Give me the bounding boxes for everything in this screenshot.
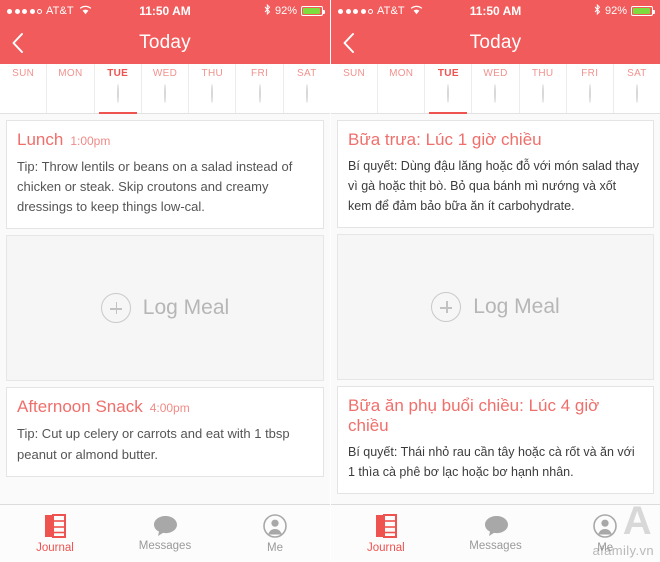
meal-card-lunch[interactable]: Lunch 1:00pm Tip: Throw lentils or beans… [6, 120, 324, 230]
nav-bar: Today [0, 22, 330, 64]
meal-title: Bữa ăn phụ buổi chiều: Lúc 4 giờ chiều [348, 396, 600, 435]
day-item-mon[interactable]: MON [378, 64, 426, 113]
plus-icon [431, 292, 462, 322]
empty-circle-icon [163, 84, 166, 103]
day-label: MON [58, 68, 83, 79]
meal-card-afternoon-snack[interactable]: Afternoon Snack 4:00pm Tip: Cut up celer… [6, 387, 324, 477]
day-item-wed[interactable]: WED [472, 64, 520, 113]
empty-circle-icon [447, 84, 450, 103]
tab-label: Journal [366, 541, 405, 554]
journal-content: Bữa trưa: Lúc 1 giờ chiều Bí quyết: Dùng… [331, 114, 660, 504]
meal-card-afternoon-snack[interactable]: Bữa ăn phụ buổi chiều: Lúc 4 giờ chiều B… [337, 386, 654, 494]
log-meal-button[interactable]: Log Meal [337, 234, 654, 380]
tab-label: Journal [36, 541, 74, 554]
tab-me[interactable]: Me [220, 505, 330, 562]
log-meal-button[interactable]: Log Meal [6, 235, 324, 382]
day-label: WED [152, 68, 178, 79]
journal-content: Lunch 1:00pm Tip: Throw lentils or beans… [0, 114, 330, 504]
empty-circle-icon [305, 84, 308, 103]
day-item-sun[interactable]: SUN [331, 64, 379, 113]
tab-bar: Journal Messages Me [0, 504, 330, 562]
day-item-fri[interactable]: FRI [567, 64, 614, 113]
card-header: Lunch 1:00pm [7, 121, 323, 157]
tab-label: Messages [138, 540, 192, 552]
day-item-sat[interactable]: SAT [614, 64, 660, 113]
day-item-thu[interactable]: THU [189, 64, 237, 113]
day-strip: SUN MON TUE WED THU FRI SAT [0, 64, 330, 114]
tab-label: Me [597, 541, 614, 554]
meal-tip-text: Tip: Cut up celery or carrots and eat wi… [17, 426, 290, 462]
status-bar: AT&T 11:50 AM 92% [331, 0, 660, 22]
message-bubble-icon [153, 515, 177, 536]
empty-circle-icon [494, 84, 497, 103]
clock-label: 11:50 AM [139, 4, 191, 18]
empty-circle-icon [211, 84, 214, 103]
day-item-sun[interactable]: SUN [0, 64, 48, 113]
card-header: Bữa trưa: Lúc 1 giờ chiều [338, 121, 653, 154]
meal-card-lunch[interactable]: Bữa trưa: Lúc 1 giờ chiều Bí quyết: Dùng… [337, 120, 654, 228]
tab-bar: Journal Messages Me [331, 504, 660, 562]
message-bubble-icon [484, 515, 508, 536]
day-label: TUE [437, 68, 459, 79]
empty-circle-icon [116, 84, 119, 103]
day-label: THU [531, 68, 554, 79]
day-label: FRI [251, 68, 269, 79]
day-label: WED [483, 68, 508, 79]
page-title: Today [469, 32, 522, 53]
day-item-thu[interactable]: THU [520, 64, 567, 113]
meal-tip-text: Bí quyết: Dùng đậu lăng hoặc đỗ với món … [348, 159, 640, 213]
day-label: SUN [12, 68, 35, 79]
log-meal-label: Log Meal [142, 296, 230, 320]
meal-time: 4:00pm [149, 401, 190, 416]
screenshot-root: AT&T 11:50 AM 92% Today SUN MON TUE WED … [0, 0, 660, 562]
journal-icon [375, 513, 397, 538]
battery-icon [301, 6, 325, 16]
meal-title: Lunch [17, 130, 64, 149]
phone-screen-english: AT&T 11:50 AM 92% Today SUN MON TUE WED … [0, 0, 330, 562]
day-label: FRI [581, 68, 599, 79]
person-icon [593, 513, 617, 538]
day-label: TUE [107, 68, 129, 79]
day-item-tue[interactable]: TUE [95, 64, 142, 114]
meal-title: Afternoon Snack [17, 397, 143, 417]
journal-icon [44, 513, 66, 538]
day-item-tue[interactable]: TUE [425, 64, 473, 114]
empty-circle-icon [635, 84, 638, 103]
day-item-wed[interactable]: WED [142, 64, 190, 113]
meal-time: 1:00pm [70, 134, 111, 148]
tab-journal[interactable]: Journal [0, 505, 110, 562]
meal-title: Bữa trưa: Lúc 1 giờ chiều [348, 130, 542, 149]
phone-screen-vietnamese: AT&T 11:50 AM 92% Today SUN MON TUE WED … [330, 0, 660, 562]
tab-label: Messages [469, 540, 522, 552]
person-icon [263, 513, 287, 538]
nav-bar: Today [331, 22, 660, 64]
card-header: Afternoon Snack 4:00pm [7, 388, 323, 424]
tab-messages[interactable]: Messages [441, 505, 551, 562]
day-label: SAT [297, 68, 317, 79]
page-title: Today [139, 32, 191, 53]
day-label: THU [201, 68, 223, 79]
tab-messages[interactable]: Messages [110, 505, 220, 562]
empty-circle-icon [541, 84, 544, 103]
log-meal-label: Log Meal [473, 295, 560, 318]
battery-icon [631, 6, 655, 16]
plus-icon [100, 293, 131, 324]
day-strip: SUN MON TUE WED THU FRI SAT [331, 64, 660, 114]
day-item-fri[interactable]: FRI [236, 64, 284, 113]
meal-tip-text: Tip: Throw lentils or beans on a salad i… [17, 159, 293, 215]
tab-label: Me [267, 541, 283, 554]
day-label: MON [389, 68, 414, 79]
day-label: SUN [343, 68, 366, 79]
day-label: SAT [627, 68, 647, 79]
card-header: Bữa ăn phụ buổi chiều: Lúc 4 giờ chiều [338, 387, 653, 440]
meal-tip-text: Bí quyết: Thái nhỏ rau cần tây hoặc cà r… [348, 445, 635, 479]
empty-circle-icon [258, 84, 261, 103]
status-bar: AT&T 11:50 AM 92% [0, 0, 330, 22]
empty-circle-icon [588, 84, 591, 103]
day-item-mon[interactable]: MON [47, 64, 95, 113]
tab-journal[interactable]: Journal [331, 505, 441, 562]
day-item-sat[interactable]: SAT [284, 64, 330, 113]
clock-label: 11:50 AM [469, 4, 522, 18]
tab-me[interactable]: Me [550, 505, 660, 562]
